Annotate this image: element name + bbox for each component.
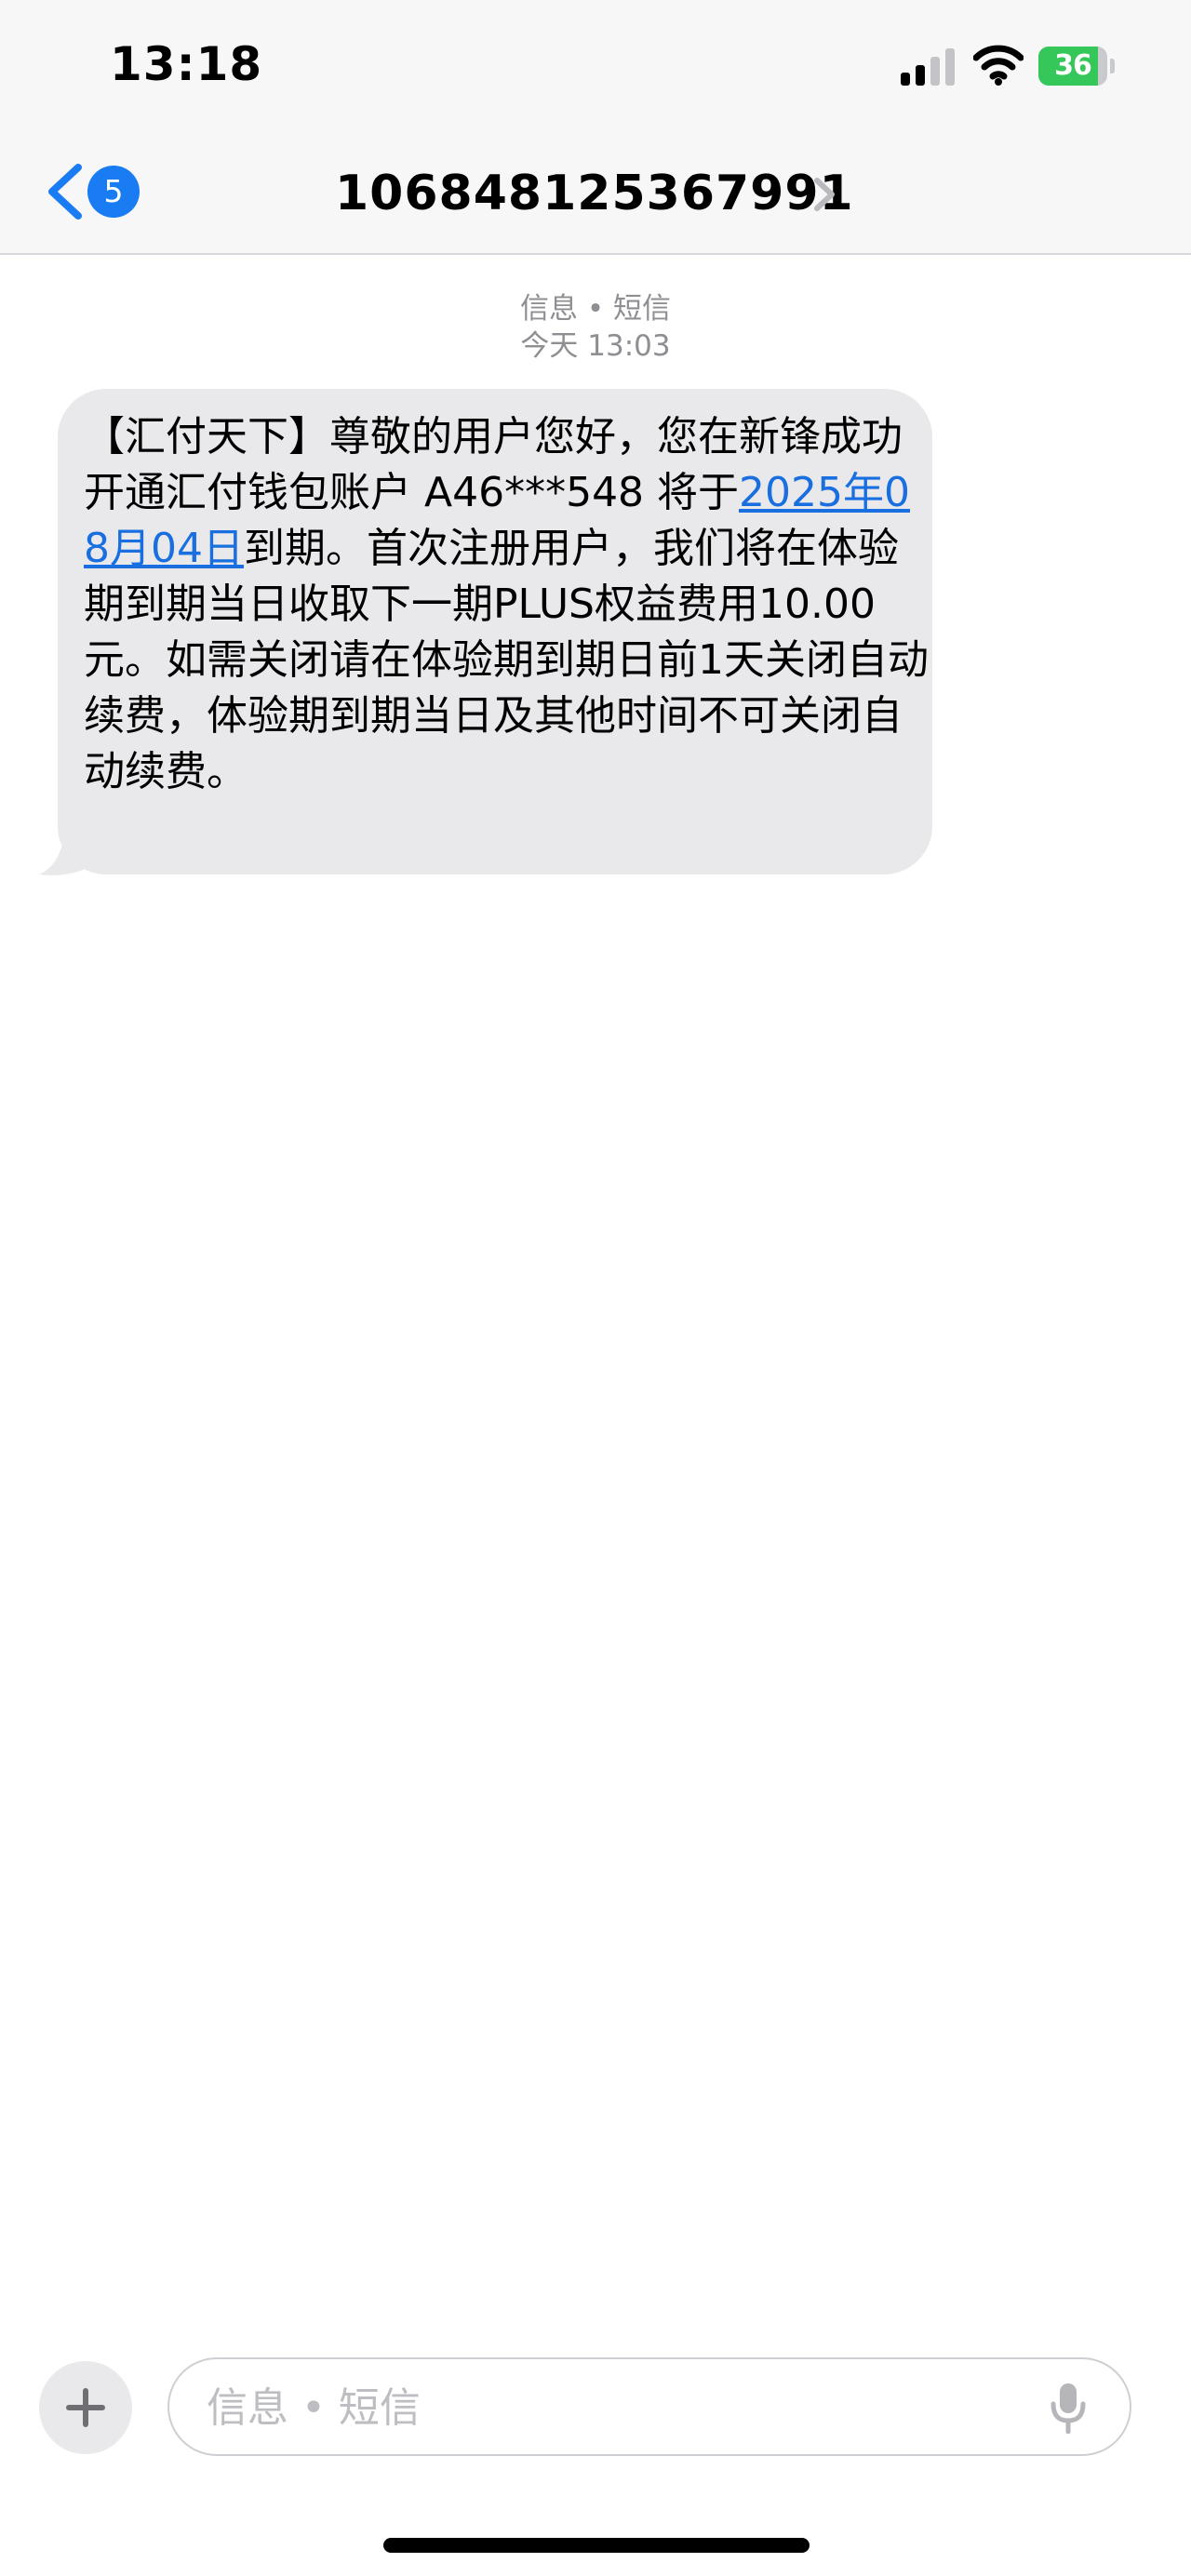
chevron-right-icon[interactable] <box>811 175 837 214</box>
battery-level: 36 <box>1054 49 1092 82</box>
status-time: 13:18 <box>110 37 263 91</box>
header: 13:18 36 5 106848125367991 <box>0 0 1191 255</box>
chevron-left-icon <box>48 164 82 220</box>
signal-icon <box>901 48 955 86</box>
compose-bar <box>167 2357 1131 2456</box>
message-bubble[interactable]: 【汇付天下】尊敬的用户您好，您在新锋成功开通汇付钱包账户 A46***548 将… <box>58 389 932 874</box>
contact-title[interactable]: 106848125367991 <box>335 160 856 227</box>
messages-screen: 13:18 36 5 106848125367991 信息 • 短信 今天 13… <box>0 0 1191 2576</box>
microphone-icon[interactable] <box>1050 2382 1087 2434</box>
message-text: 【汇付天下】尊敬的用户您好，您在新锋成功开通汇付钱包账户 A46***548 将… <box>84 409 930 800</box>
service-label: 信息 • 短信 <box>520 292 671 326</box>
back-button[interactable]: 5 <box>39 156 151 227</box>
wifi-icon <box>973 45 1024 86</box>
add-attachment-button[interactable] <box>39 2361 132 2454</box>
message-timestamp: 今天 13:03 <box>520 329 671 363</box>
message-input[interactable] <box>205 2359 1027 2456</box>
plus-icon <box>66 2388 105 2427</box>
battery-icon: 36 <box>1038 47 1115 86</box>
conversation-meta: 信息 • 短信 今天 13:03 <box>0 290 1191 365</box>
unread-count-badge: 5 <box>87 166 140 218</box>
home-indicator[interactable] <box>383 2538 810 2553</box>
